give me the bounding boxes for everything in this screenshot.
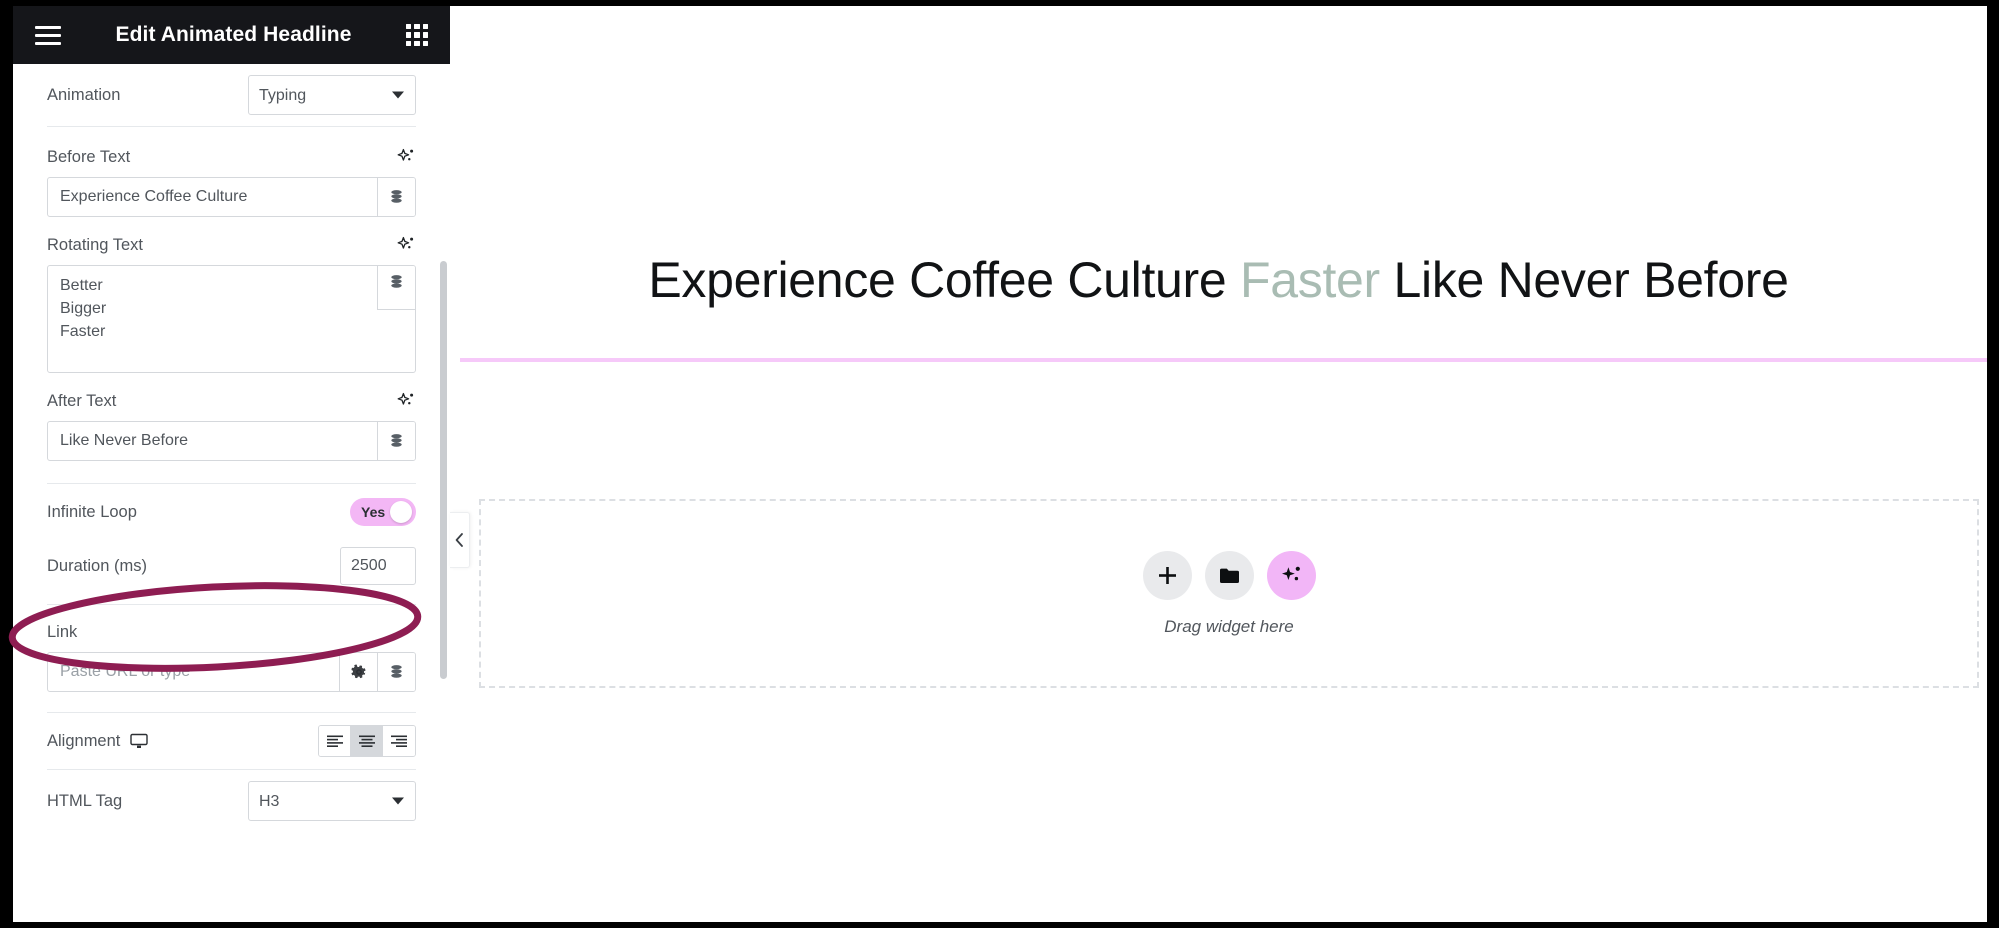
html-tag-label: HTML Tag xyxy=(47,791,123,810)
animated-headline[interactable]: Experience Coffee Culture Faster Like Ne… xyxy=(450,251,1987,309)
desktop-monitor-icon[interactable] xyxy=(130,733,149,749)
folder-icon xyxy=(1219,568,1239,583)
rotating-text-header: Rotating Text xyxy=(47,235,416,255)
link-input-group xyxy=(47,652,416,692)
dynamic-tag-icon[interactable] xyxy=(377,178,415,216)
chevron-left-icon xyxy=(455,533,463,547)
after-text-label: After Text xyxy=(47,391,117,410)
dynamic-tag-icon[interactable] xyxy=(377,266,415,310)
alignment-label: Alignment xyxy=(47,731,121,750)
control-duration: Duration (ms) xyxy=(47,540,416,592)
after-text-header: After Text xyxy=(47,391,416,411)
plus-icon xyxy=(1158,567,1176,584)
duration-label: Duration (ms) xyxy=(47,556,147,575)
dropzone-content: Drag widget here xyxy=(481,551,1977,637)
after-text-input-group xyxy=(47,421,416,461)
editor-panel: Edit Animated Headline Animation Typing xyxy=(13,6,450,922)
before-text-header: Before Text xyxy=(47,147,416,167)
link-input[interactable] xyxy=(48,653,339,691)
control-after-text: After Text xyxy=(47,373,416,461)
headline-section: Experience Coffee Culture Faster Like Ne… xyxy=(450,251,1987,309)
headline-before-text: Experience Coffee Culture xyxy=(648,252,1227,308)
link-label: Link xyxy=(47,623,78,641)
align-left-button[interactable] xyxy=(319,726,351,756)
animation-label: Animation xyxy=(47,85,121,104)
panel-header: Edit Animated Headline xyxy=(13,6,450,64)
control-link: Link xyxy=(47,605,416,692)
duration-input[interactable] xyxy=(340,547,416,585)
template-library-button[interactable] xyxy=(1204,551,1254,600)
app-root: Edit Animated Headline Animation Typing xyxy=(0,0,1999,928)
control-before-text: Before Text xyxy=(47,127,416,217)
control-rotating-text: Rotating Text Better Bigger Faster xyxy=(47,217,416,373)
page-canvas: Experience Coffee Culture Faster Like Ne… xyxy=(450,6,1987,922)
alignment-label-row: Alignment xyxy=(47,731,149,751)
dynamic-tag-icon[interactable] xyxy=(377,422,415,460)
alignment-button-group xyxy=(318,725,416,757)
panel-scrollbar[interactable] xyxy=(440,261,447,679)
panel-body: Animation Typing Before Text Experience … xyxy=(13,64,450,922)
dropzone-caption: Drag widget here xyxy=(1164,617,1294,636)
rotating-text-label: Rotating Text xyxy=(47,235,144,254)
before-text-label: Before Text xyxy=(47,147,131,166)
control-alignment: Alignment xyxy=(47,713,416,769)
align-center-button[interactable] xyxy=(351,726,383,756)
control-animation: Animation Typing xyxy=(47,64,416,126)
ai-sparkle-icon xyxy=(1281,566,1300,581)
panel-collapse-button[interactable] xyxy=(450,512,470,568)
infinite-loop-value: Yes xyxy=(361,504,386,520)
before-text-input-group xyxy=(47,177,416,217)
headline-rotating-text: Faster xyxy=(1240,252,1380,308)
widget-dropzone[interactable]: Drag widget here xyxy=(479,499,1979,688)
infinite-loop-toggle[interactable]: Yes xyxy=(350,498,416,526)
ai-generate-button[interactable] xyxy=(1266,551,1316,600)
rotating-text-input-group: Better Bigger Faster xyxy=(47,265,416,373)
headline-after-text: Like Never Before xyxy=(1393,252,1789,308)
hamburger-icon[interactable] xyxy=(35,25,61,45)
gear-icon[interactable] xyxy=(339,653,377,691)
control-html-tag: HTML Tag H3 xyxy=(47,770,416,832)
animation-select-wrap: Typing xyxy=(248,75,416,115)
ai-sparkle-icon[interactable] xyxy=(396,235,416,255)
infinite-loop-label: Infinite Loop xyxy=(47,502,137,521)
dropzone-buttons xyxy=(1142,551,1316,600)
dynamic-tag-icon[interactable] xyxy=(377,653,415,691)
add-widget-button[interactable] xyxy=(1142,551,1192,600)
panel-title: Edit Animated Headline xyxy=(115,23,352,46)
link-header: Link xyxy=(47,623,416,642)
after-text-input[interactable] xyxy=(48,422,377,460)
ai-sparkle-icon[interactable] xyxy=(396,391,416,411)
html-tag-select[interactable]: H3 xyxy=(248,781,416,821)
align-right-button[interactable] xyxy=(383,726,415,756)
animation-select[interactable]: Typing xyxy=(248,75,416,115)
rotating-text-textarea[interactable]: Better Bigger Faster xyxy=(48,266,377,372)
widget-grid-icon[interactable] xyxy=(406,24,428,46)
control-infinite-loop: Infinite Loop Yes xyxy=(47,484,416,540)
html-tag-select-wrap: H3 xyxy=(248,781,416,821)
toggle-knob xyxy=(390,501,412,523)
section-highlight-rule xyxy=(460,358,1987,362)
ai-sparkle-icon[interactable] xyxy=(396,147,416,167)
before-text-input[interactable] xyxy=(48,178,377,216)
